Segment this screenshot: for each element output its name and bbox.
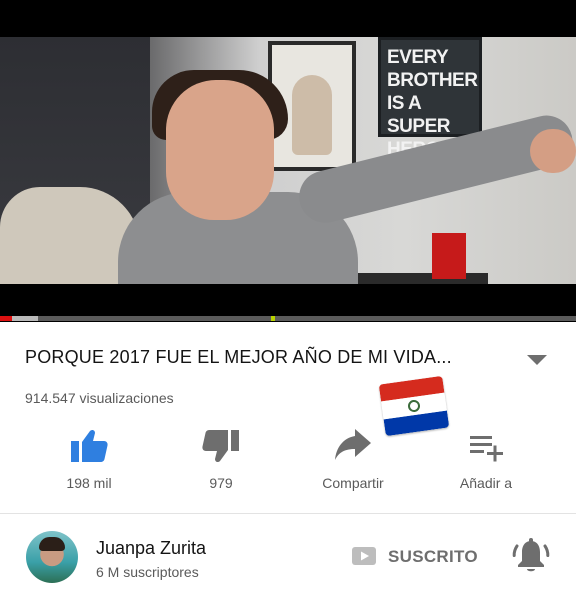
video-scene-poster: EVERY BROTHER IS A SUPER HERO [378, 37, 482, 160]
progress-buffered [12, 316, 38, 321]
video-scene-hand [530, 129, 576, 173]
share-icon [335, 429, 371, 460]
subscriber-count: 6 M suscriptores [96, 564, 199, 580]
thumbs-up-icon [71, 429, 108, 462]
video-title: PORQUE 2017 FUE EL MEJOR AÑO DE MI VIDA.… [25, 347, 452, 367]
channel-avatar[interactable] [26, 531, 78, 583]
like-count: 198 mil [66, 475, 112, 491]
poster-line: IS A [387, 93, 422, 114]
add-to-playlist-button[interactable]: Añadir a [431, 420, 541, 500]
video-player[interactable]: EVERY BROTHER IS A SUPER HERO [0, 0, 576, 322]
add-to-playlist-icon [470, 436, 503, 462]
section-divider [0, 513, 576, 514]
poster-line: BROTHER [387, 70, 478, 91]
notification-bell-icon[interactable] [512, 537, 550, 575]
share-button[interactable]: Compartir [298, 420, 408, 500]
youtube-play-icon [352, 547, 376, 565]
add-to-label: Añadir a [459, 475, 513, 491]
video-actions: 198 mil 979 Compartir Añadir a [0, 420, 576, 510]
share-label: Compartir [322, 475, 384, 491]
thumbs-down-icon [202, 430, 239, 463]
view-count: 914.547 visualizaciones [25, 390, 174, 406]
progress-played [0, 316, 12, 321]
subscribed-label: SUSCRITO [388, 547, 478, 566]
expand-description-icon[interactable] [527, 355, 547, 365]
progress-marker [271, 316, 275, 321]
like-button[interactable]: 198 mil [34, 420, 144, 500]
channel-name[interactable]: Juanpa Zurita [96, 538, 206, 559]
video-scene-red-box [432, 233, 466, 279]
video-title-row[interactable]: PORQUE 2017 FUE EL MEJOR AÑO DE MI VIDA.… [25, 347, 555, 373]
dislike-count: 979 [209, 475, 233, 491]
dislike-button[interactable]: 979 [166, 420, 276, 500]
poster-line: EVERY [387, 47, 449, 68]
subscribed-button[interactable]: SUSCRITO [352, 543, 482, 569]
video-progress-bar[interactable] [0, 316, 576, 321]
video-frame[interactable]: EVERY BROTHER IS A SUPER HERO [0, 37, 576, 284]
